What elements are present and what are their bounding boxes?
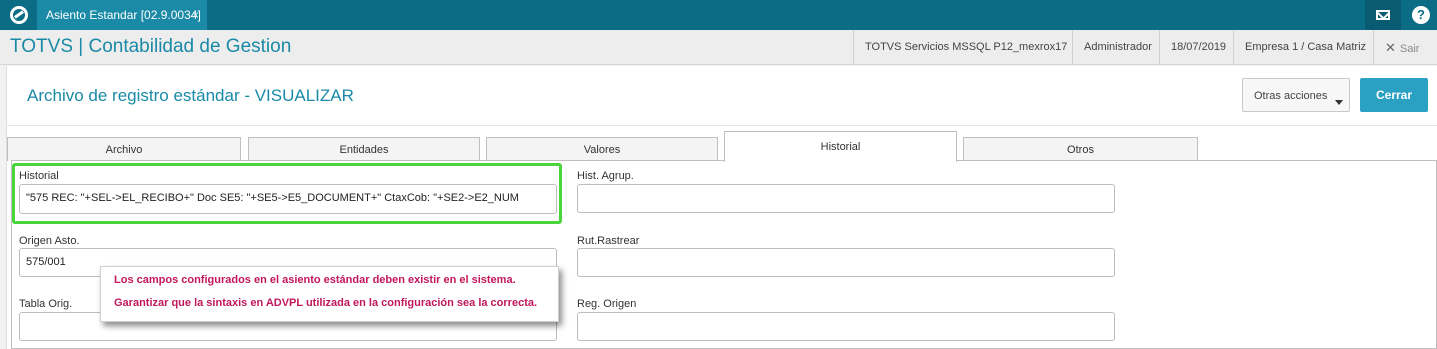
help-icon[interactable]: ?: [1412, 6, 1430, 24]
close-tab-icon[interactable]: ×: [192, 0, 199, 30]
historial-field[interactable]: "575 REC: "+SEL->EL_RECIBO+" Doc SE5: "+…: [19, 184, 557, 214]
tab-otros[interactable]: Otros: [963, 137, 1198, 161]
reg-origen-label: Reg. Origen: [577, 298, 637, 310]
messages-button[interactable]: [1365, 0, 1401, 30]
totvs-logo-icon[interactable]: [10, 6, 28, 24]
tab-archivo[interactable]: Archivo: [7, 137, 241, 161]
app-title: TOTVS | Contabilidad de Gestion: [10, 36, 292, 57]
rut-rastrear-field[interactable]: [577, 248, 1115, 277]
routine-tab[interactable]: Asiento Estandar [02.9.0034] ×: [37, 0, 207, 30]
exit-label: Sair: [1399, 43, 1420, 55]
company-info[interactable]: Empresa 1 / Casa Matriz: [1233, 30, 1377, 65]
date-info[interactable]: 18/07/2019: [1159, 30, 1237, 65]
close-icon: ✕: [1385, 40, 1396, 55]
environment-info[interactable]: TOTVS Servicios MSSQL P12_mexrox17: [853, 30, 1078, 65]
app-header: TOTVS | Contabilidad de Gestion TOTVS Se…: [0, 30, 1437, 65]
divider: [6, 125, 1437, 126]
exit-button[interactable]: ✕ Sair: [1373, 30, 1430, 65]
routine-tab-label: Asiento Estandar [02.9.0034]: [46, 8, 201, 22]
hist-agrup-field[interactable]: [577, 184, 1115, 213]
close-button[interactable]: Cerrar: [1360, 78, 1428, 112]
tab-valores[interactable]: Valores: [486, 137, 718, 161]
chevron-down-icon: [1335, 100, 1343, 105]
historial-label: Historial: [19, 170, 59, 182]
other-actions-button[interactable]: Otras acciones: [1242, 78, 1350, 112]
tab-entidades[interactable]: Entidades: [248, 137, 480, 161]
rut-rastrear-label: Rut.Rastrear: [577, 235, 640, 247]
mail-icon: [1376, 10, 1390, 20]
top-bar: Asiento Estandar [02.9.0034] × ?: [0, 0, 1437, 30]
reg-origen-field[interactable]: [577, 312, 1115, 341]
origen-asto-label: Origen Asto.: [19, 235, 80, 247]
tabla-orig-label: Tabla Orig.: [19, 298, 73, 310]
user-info[interactable]: Administrador: [1072, 30, 1163, 65]
other-actions-label: Otras acciones: [1254, 90, 1328, 102]
tab-historial[interactable]: Historial: [724, 131, 957, 162]
note-line-1: Los campos configurados en el asiento es…: [114, 274, 516, 286]
page-title: Archivo de registro estándar - VISUALIZA…: [27, 86, 354, 105]
hist-agrup-label: Hist. Agrup.: [577, 170, 634, 182]
note-line-2: Garantizar que la sintaxis en ADVPL util…: [114, 297, 538, 309]
note-callout: Los campos configurados en el asiento es…: [100, 266, 559, 322]
